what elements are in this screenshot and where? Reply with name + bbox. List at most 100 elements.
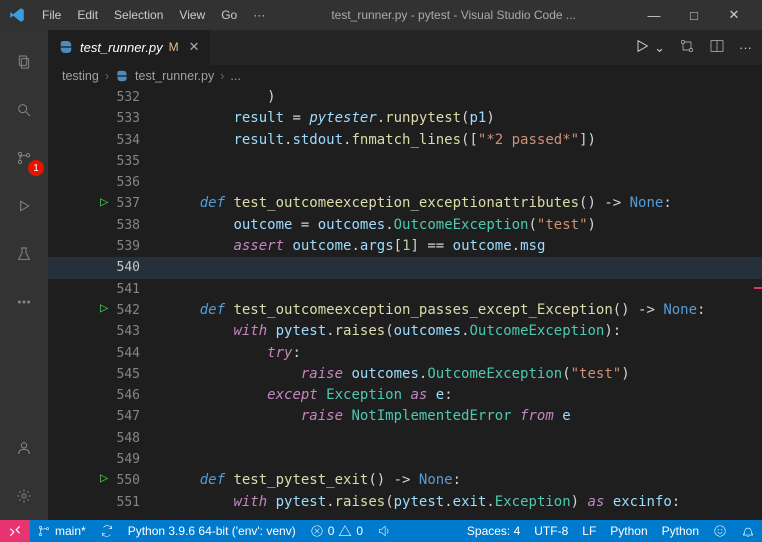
code-content[interactable]: try:	[140, 343, 301, 364]
tab-modified-indicator: M	[169, 40, 179, 54]
code-content[interactable]: raise NotImplementedError from e	[140, 406, 571, 427]
activity-testing[interactable]	[0, 230, 48, 278]
code-line[interactable]: 543 with pytest.raises(outcomes.OutcomeE…	[48, 321, 762, 342]
python-file-icon	[115, 69, 129, 83]
code-content[interactable]: def test_outcomeexception_exceptionattri…	[140, 193, 672, 214]
code-content[interactable]: with pytest.raises(pytest.exit.Exception…	[140, 492, 680, 513]
notifications-button[interactable]	[734, 520, 762, 542]
python-interpreter[interactable]: Python 3.9.6 64-bit ('env': venv)	[121, 520, 303, 542]
code-content[interactable]: def test_pytest_exit() -> None:	[140, 470, 461, 491]
maximize-button[interactable]: □	[674, 0, 714, 30]
run-test-glyph[interactable]: ▷	[100, 470, 108, 486]
activity-explorer[interactable]	[0, 38, 48, 86]
code-line[interactable]: 542 def test_outcomeexception_passes_exc…	[48, 300, 762, 321]
line-number: 532	[100, 87, 140, 108]
code-content[interactable]: )	[140, 87, 276, 108]
minimize-button[interactable]: —	[634, 0, 674, 30]
code-line[interactable]: 545 raise outcomes.OutcomeException("tes…	[48, 364, 762, 385]
code-line[interactable]: 539 assert outcome.args[1] == outcome.ms…	[48, 236, 762, 257]
line-number: 534	[100, 130, 140, 151]
breadcrumb-symbol[interactable]: ...	[230, 69, 240, 83]
code-line[interactable]: 538 outcome = outcomes.OutcomeException(…	[48, 215, 762, 236]
code-line[interactable]: 550 def test_pytest_exit() -> None:	[48, 470, 762, 491]
activity-run-debug[interactable]	[0, 182, 48, 230]
formatter-status[interactable]: Python	[655, 520, 706, 542]
chevron-right-icon: ›	[105, 69, 109, 83]
run-file-button[interactable]	[634, 38, 650, 57]
code-line[interactable]: 532 )	[48, 87, 762, 108]
feedback-button[interactable]	[706, 520, 734, 542]
window-controls: — □ ✕	[634, 0, 754, 30]
activity-scm[interactable]: 1	[0, 134, 48, 182]
minimap[interactable]	[750, 87, 762, 520]
compare-changes-button[interactable]	[679, 38, 695, 57]
beaker-icon	[16, 246, 32, 262]
window-title: test_runner.py - pytest - Visual Studio …	[273, 8, 634, 22]
split-editor-button[interactable]	[709, 38, 725, 57]
breadcrumb[interactable]: testing › test_runner.py › ...	[48, 65, 762, 87]
menu-more[interactable]: ···	[245, 4, 273, 26]
close-button[interactable]: ✕	[714, 0, 754, 30]
line-number: 539	[100, 236, 140, 257]
window-titlebar: File Edit Selection View Go ··· test_run…	[0, 0, 762, 30]
menu-file[interactable]: File	[34, 4, 69, 26]
sync-button[interactable]	[93, 520, 121, 542]
code-line[interactable]: 551 with pytest.raises(pytest.exit.Excep…	[48, 492, 762, 513]
code-line[interactable]: 536	[48, 172, 762, 193]
language-mode[interactable]: Python	[603, 520, 654, 542]
problems-status[interactable]: 0 0	[303, 520, 370, 542]
eol-status[interactable]: LF	[575, 520, 603, 542]
code-line[interactable]: 547 raise NotImplementedError from e	[48, 406, 762, 427]
remote-button[interactable]	[0, 520, 30, 542]
activity-bar: 1	[0, 30, 48, 520]
code-line[interactable]: 533 result = pytester.runpytest(p1)	[48, 108, 762, 129]
code-line[interactable]: 541	[48, 279, 762, 300]
live-share-button[interactable]	[370, 520, 398, 542]
warning-count: 0	[356, 524, 363, 538]
branch-name: main*	[55, 524, 86, 538]
tab-test-runner[interactable]: test_runner.py M ✕	[48, 30, 210, 65]
indentation-status[interactable]: Spaces: 4	[460, 520, 527, 542]
code-content[interactable]: result.stdout.fnmatch_lines(["*2 passed*…	[140, 130, 596, 151]
run-dropdown[interactable]: ⌄	[654, 40, 665, 56]
code-line[interactable]: 540	[48, 257, 762, 278]
sync-icon	[100, 524, 114, 538]
git-branch-status[interactable]: main*	[30, 520, 93, 542]
code-line[interactable]: 534 result.stdout.fnmatch_lines(["*2 pas…	[48, 130, 762, 151]
line-number: 548	[100, 428, 140, 449]
broadcast-icon	[377, 524, 391, 538]
code-content[interactable]: result = pytester.runpytest(p1)	[140, 108, 495, 129]
menu-view[interactable]: View	[171, 4, 213, 26]
code-content[interactable]: outcome = outcomes.OutcomeException("tes…	[140, 215, 596, 236]
error-count: 0	[328, 524, 335, 538]
tab-close-button[interactable]: ✕	[189, 39, 200, 55]
code-content[interactable]: raise outcomes.OutcomeException("test")	[140, 364, 630, 385]
code-line[interactable]: 535	[48, 151, 762, 172]
code-line[interactable]: 544 try:	[48, 343, 762, 364]
code-line[interactable]: 549	[48, 449, 762, 470]
code-content[interactable]: except Exception as e:	[140, 385, 453, 406]
code-line[interactable]: 546 except Exception as e:	[48, 385, 762, 406]
run-test-glyph[interactable]: ▷	[100, 300, 108, 316]
play-icon	[16, 198, 32, 214]
activity-settings[interactable]	[0, 472, 48, 520]
activity-more[interactable]	[0, 278, 48, 326]
menu-go[interactable]: Go	[213, 4, 245, 26]
code-line[interactable]: 537 def test_outcomeexception_exceptiona…	[48, 193, 762, 214]
activity-search[interactable]	[0, 86, 48, 134]
code-content[interactable]: def test_outcomeexception_passes_except_…	[140, 300, 705, 321]
code-line[interactable]: 548	[48, 428, 762, 449]
encoding-status[interactable]: UTF-8	[527, 520, 575, 542]
line-number: 543	[100, 321, 140, 342]
breadcrumb-file[interactable]: test_runner.py	[135, 69, 214, 83]
menu-selection[interactable]: Selection	[106, 4, 171, 26]
menu-edit[interactable]: Edit	[69, 4, 106, 26]
code-editor[interactable]: 532 )533 result = pytester.runpytest(p1)…	[48, 87, 762, 520]
code-content[interactable]: assert outcome.args[1] == outcome.msg	[140, 236, 545, 257]
code-content[interactable]: with pytest.raises(outcomes.OutcomeExcep…	[140, 321, 621, 342]
activity-accounts[interactable]	[0, 424, 48, 472]
editor-area: test_runner.py M ✕ ⌄ ··· testing	[48, 30, 762, 520]
editor-more-actions[interactable]: ···	[739, 40, 752, 55]
breadcrumb-folder[interactable]: testing	[62, 69, 99, 83]
run-test-glyph[interactable]: ▷	[100, 194, 108, 210]
